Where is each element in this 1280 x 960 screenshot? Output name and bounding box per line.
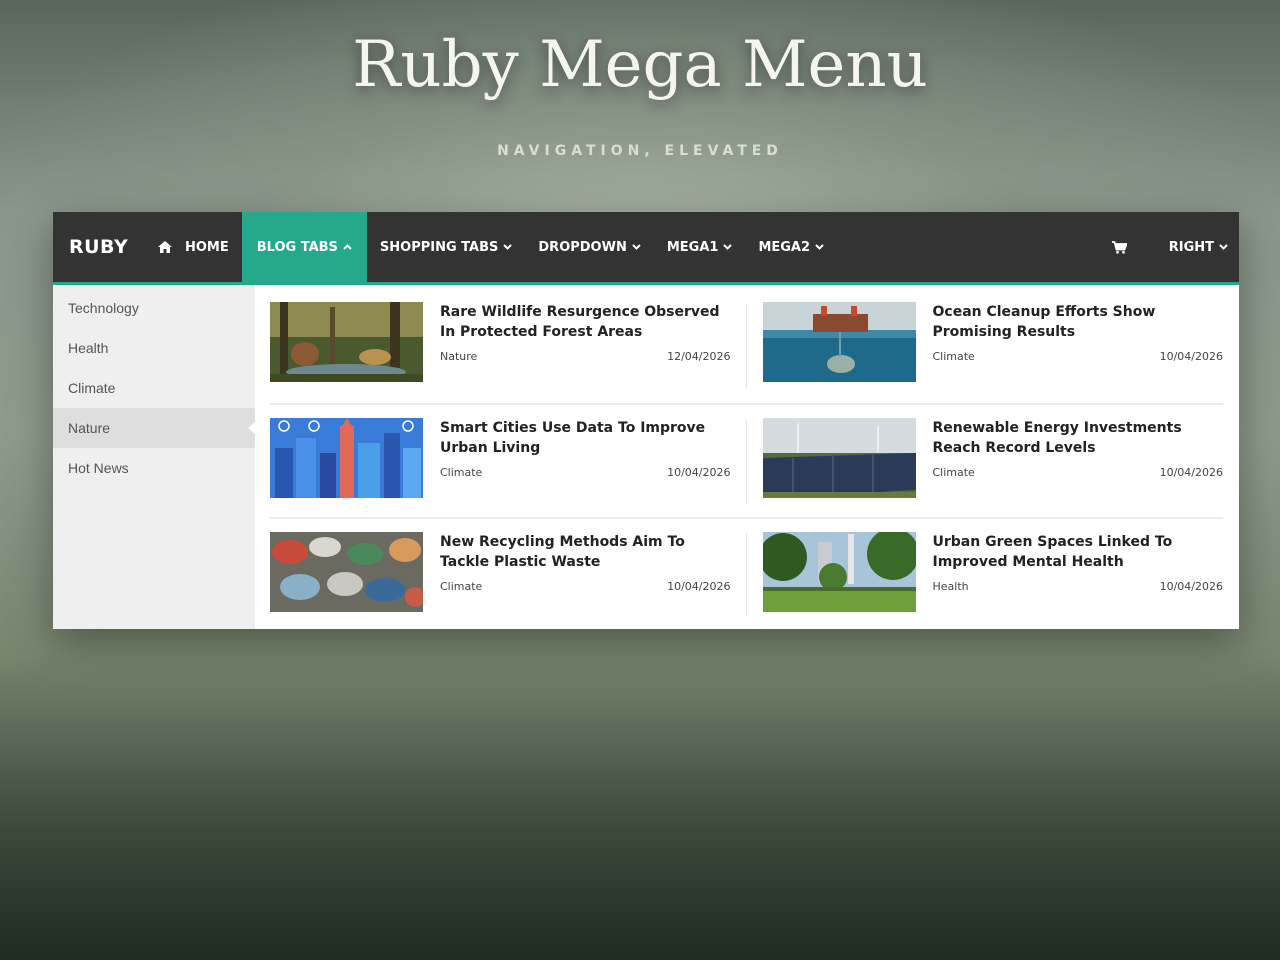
sidebar-item-label: Hot News	[68, 460, 129, 476]
post-category[interactable]: Climate	[440, 580, 482, 593]
plastic-bottles-image[interactable]	[270, 532, 423, 612]
sidebar-item-label: Nature	[68, 420, 111, 436]
mega-panel: Technology Health Climate Nature Hot New…	[53, 285, 1239, 629]
page-subtitle: NAVIGATION, ELEVATED	[497, 143, 783, 159]
nav-mega1-label: MEGA1	[666, 239, 719, 255]
post-date: 10/04/2026	[1159, 580, 1223, 593]
sidebar-item-label: Health	[68, 340, 109, 356]
sidebar-item-health[interactable]: Health	[53, 328, 255, 368]
post-category[interactable]: Climate	[933, 466, 975, 479]
nav-dropdown[interactable]: DROPDOWN	[525, 212, 653, 282]
post-title[interactable]: Ocean Cleanup Efforts Show Promising Res…	[933, 302, 1224, 350]
sidebar-item-hot-news[interactable]: Hot News	[53, 448, 255, 488]
chevron-down-icon	[632, 244, 641, 250]
nav-home-label: HOME	[185, 239, 229, 255]
cart-icon	[1111, 240, 1127, 254]
chevron-down-icon	[503, 244, 513, 250]
post-category[interactable]: Nature	[440, 350, 477, 363]
post-card[interactable]: Rare Wildlife Resurgence Observed In Pro…	[270, 289, 747, 403]
sidebar-item-label: Climate	[68, 380, 116, 396]
nav-right[interactable]: RIGHT	[1155, 212, 1239, 282]
post-card[interactable]: New Recycling Methods Aim To Tackle Plas…	[270, 517, 747, 631]
post-date: 10/04/2026	[667, 580, 731, 593]
chevron-down-icon	[1219, 244, 1228, 250]
post-category[interactable]: Climate	[440, 466, 482, 479]
sidebar-item-technology[interactable]: Technology	[53, 288, 255, 328]
smart-city-image[interactable]	[270, 418, 423, 498]
post-card[interactable]: Ocean Cleanup Efforts Show Promising Res…	[747, 289, 1224, 403]
city-park-image[interactable]	[762, 532, 916, 612]
post-card[interactable]: Smart Cities Use Data To Improve Urban L…	[270, 403, 747, 517]
sidebar-item-nature[interactable]: Nature	[53, 408, 255, 448]
post-title[interactable]: Urban Green Spaces Linked To Improved Me…	[933, 532, 1224, 580]
nav-mega1[interactable]: MEGA1	[654, 212, 746, 282]
post-date: 10/04/2026	[667, 466, 731, 479]
post-title[interactable]: Rare Wildlife Resurgence Observed In Pro…	[440, 302, 731, 350]
navbar: RUBY HOME BLOG TABS SHOPPING TABS DROPDO…	[53, 212, 1239, 285]
brand-logo[interactable]: RUBY	[53, 212, 145, 282]
ocean-cleanup-image[interactable]	[762, 302, 916, 382]
nav-mega2[interactable]: MEGA2	[745, 212, 837, 282]
forest-wildlife-image[interactable]	[270, 302, 423, 382]
sidebar-item-label: Technology	[68, 300, 139, 316]
post-grid: Rare Wildlife Resurgence Observed In Pro…	[255, 285, 1239, 629]
nav-right-label: RIGHT	[1168, 239, 1214, 255]
solar-wind-image[interactable]	[762, 418, 916, 498]
post-category[interactable]: Health	[933, 580, 969, 593]
nav-cart[interactable]	[1084, 212, 1155, 282]
post-card[interactable]: Renewable Energy Investments Reach Recor…	[746, 403, 1224, 517]
nav-blog-tabs[interactable]: BLOG TABS	[241, 212, 367, 282]
post-title[interactable]: Smart Cities Use Data To Improve Urban L…	[440, 418, 731, 466]
post-date: 10/04/2026	[1159, 350, 1223, 363]
chevron-down-icon	[723, 244, 733, 250]
home-icon	[158, 241, 172, 253]
nav-home[interactable]: HOME	[145, 212, 242, 282]
post-title[interactable]: Renewable Energy Investments Reach Recor…	[933, 418, 1224, 466]
post-category[interactable]: Climate	[933, 350, 975, 363]
post-date: 12/04/2026	[667, 350, 731, 363]
post-date: 10/04/2026	[1159, 466, 1223, 479]
nav-shopping-tabs-label: SHOPPING TABS	[379, 239, 499, 255]
post-card[interactable]: Urban Green Spaces Linked To Improved Me…	[746, 517, 1224, 631]
nav-blog-tabs-label: BLOG TABS	[256, 239, 338, 255]
nav-shopping-tabs[interactable]: SHOPPING TABS	[367, 212, 525, 282]
category-sidebar: Technology Health Climate Nature Hot New…	[53, 285, 255, 629]
nav-mega2-label: MEGA2	[758, 239, 811, 255]
mega-menu: RUBY HOME BLOG TABS SHOPPING TABS DROPDO…	[53, 212, 1239, 629]
sidebar-item-climate[interactable]: Climate	[53, 368, 255, 408]
page-title: Ruby Mega Menu	[352, 28, 928, 102]
chevron-down-icon	[815, 244, 824, 250]
nav-dropdown-label: DROPDOWN	[538, 239, 627, 255]
post-title[interactable]: New Recycling Methods Aim To Tackle Plas…	[440, 532, 731, 580]
chevron-up-icon	[343, 244, 352, 250]
